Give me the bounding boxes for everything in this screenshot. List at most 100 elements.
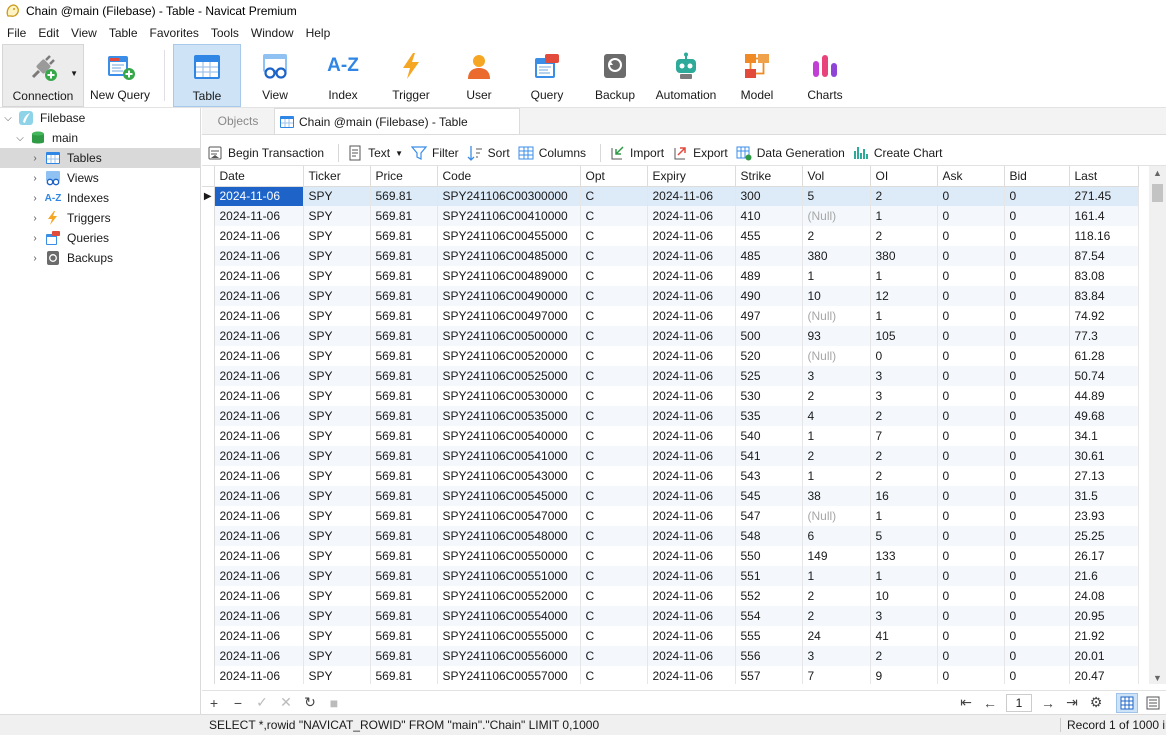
cell-oi[interactable]: 10 [870, 586, 938, 606]
data-grid[interactable]: Date Ticker Price Code Opt Expiry Strike Vol OI A… [202, 165, 1166, 684]
cell-opt[interactable]: C [580, 226, 648, 246]
cell-vol[interactable]: 38 [802, 486, 871, 506]
table-row[interactable]: 2024-11-06 SPY 569.81 SPY241106C00550000 C 20… [202, 546, 1139, 566]
columns-button[interactable]: Columns [518, 145, 586, 161]
cell-ticker[interactable]: SPY [303, 346, 371, 366]
cell-price[interactable]: 569.81 [370, 626, 438, 646]
cell-code[interactable]: SPY241106C00540000 [437, 426, 581, 446]
cell-opt[interactable]: C [580, 446, 648, 466]
cell-ask[interactable]: 0 [937, 486, 1005, 506]
cell-code[interactable]: SPY241106C00557000 [437, 666, 581, 684]
cell-ticker[interactable]: SPY [303, 666, 371, 684]
cell-bid[interactable]: 0 [1004, 206, 1070, 226]
cell-price[interactable]: 569.81 [370, 286, 438, 306]
cell-code[interactable]: SPY241106C00489000 [437, 266, 581, 286]
cell-opt[interactable]: C [580, 586, 648, 606]
cell-expiry[interactable]: 2024-11-06 [647, 586, 736, 606]
cell-last[interactable]: 34.1 [1069, 426, 1139, 446]
cell-ask[interactable]: 0 [937, 546, 1005, 566]
cell-opt[interactable]: C [580, 326, 648, 346]
row-indicator[interactable] [202, 406, 215, 426]
cell-price[interactable]: 569.81 [370, 446, 438, 466]
cell-opt[interactable]: C [580, 546, 648, 566]
cell-ask[interactable]: 0 [937, 366, 1005, 386]
cell-ticker[interactable]: SPY [303, 586, 371, 606]
cell-expiry[interactable]: 2024-11-06 [647, 566, 736, 586]
cell-expiry[interactable]: 2024-11-06 [647, 386, 736, 406]
table-row[interactable]: 2024-11-06 SPY 569.81 SPY241106C00540000 C 20… [202, 426, 1139, 446]
cell-oi[interactable]: 1 [870, 266, 938, 286]
cell-ask[interactable]: 0 [937, 406, 1005, 426]
tab-chain-table[interactable]: Chain @main (Filebase) - Table [274, 108, 520, 134]
cell-code[interactable]: SPY241106C00485000 [437, 246, 581, 266]
import-button[interactable]: Import [609, 145, 664, 161]
scroll-up-arrow-icon[interactable]: ▲ [1153, 168, 1162, 178]
cell-bid[interactable]: 0 [1004, 646, 1070, 666]
cell-ticker[interactable]: SPY [303, 426, 371, 446]
menu-tools[interactable]: Tools [206, 22, 244, 44]
cell-opt[interactable]: C [580, 346, 648, 366]
cell-price[interactable]: 569.81 [370, 426, 438, 446]
data-generation-button[interactable]: Data Generation [736, 145, 845, 161]
cell-last[interactable]: 21.6 [1069, 566, 1139, 586]
row-indicator[interactable] [202, 426, 215, 446]
cell-price[interactable]: 569.81 [370, 406, 438, 426]
cell-strike[interactable]: 490 [735, 286, 803, 306]
cell-opt[interactable]: C [580, 646, 648, 666]
cell-expiry[interactable]: 2024-11-06 [647, 666, 736, 684]
row-indicator[interactable] [202, 486, 215, 506]
cell-bid[interactable]: 0 [1004, 406, 1070, 426]
sort-button[interactable]: Sort [467, 145, 510, 161]
cell-last[interactable]: 26.17 [1069, 546, 1139, 566]
user-tool-button[interactable]: User [445, 44, 513, 107]
chevron-right-icon[interactable]: › [29, 213, 41, 224]
scroll-down-arrow-icon[interactable]: ▼ [1153, 673, 1162, 683]
cell-ask[interactable]: 0 [937, 346, 1005, 366]
menu-edit[interactable]: Edit [33, 22, 64, 44]
cell-price[interactable]: 569.81 [370, 246, 438, 266]
cell-last[interactable]: 87.54 [1069, 246, 1139, 266]
cell-ticker[interactable]: SPY [303, 446, 371, 466]
cell-code[interactable]: SPY241106C00541000 [437, 446, 581, 466]
row-indicator[interactable] [202, 326, 215, 346]
cell-last[interactable]: 20.47 [1069, 666, 1139, 684]
cell-strike[interactable]: 547 [735, 506, 803, 526]
cell-oi[interactable]: 2 [870, 406, 938, 426]
cell-opt[interactable]: C [580, 406, 648, 426]
cell-oi[interactable]: 5 [870, 526, 938, 546]
cell-opt[interactable]: C [580, 426, 648, 446]
cell-vol[interactable]: 3 [802, 646, 871, 666]
table-row[interactable]: 2024-11-06 SPY 569.81 SPY241106C00525000 C 20… [202, 366, 1139, 386]
cell-strike[interactable]: 500 [735, 326, 803, 346]
row-indicator[interactable] [202, 566, 215, 586]
cell-strike[interactable]: 555 [735, 626, 803, 646]
cell-strike[interactable]: 554 [735, 606, 803, 626]
cell-vol[interactable]: 4 [802, 406, 871, 426]
table-row[interactable]: 2024-11-06 SPY 569.81 SPY241106C00548000 C 20… [202, 526, 1139, 546]
cell-expiry[interactable]: 2024-11-06 [647, 426, 736, 446]
cell-date[interactable]: 2024-11-06 [214, 346, 304, 366]
chevron-right-icon[interactable]: › [29, 153, 41, 164]
cell-code[interactable]: SPY241106C00547000 [437, 506, 581, 526]
column-header-expiry[interactable]: Expiry [647, 166, 736, 187]
row-indicator[interactable] [202, 306, 215, 326]
cell-code[interactable]: SPY241106C00535000 [437, 406, 581, 426]
cell-date[interactable]: 2024-11-06 [214, 366, 304, 386]
cell-price[interactable]: 569.81 [370, 206, 438, 226]
cell-ask[interactable]: 0 [937, 526, 1005, 546]
cell-ask[interactable]: 0 [937, 186, 1005, 206]
cell-vol[interactable]: (Null) [802, 346, 871, 366]
cell-bid[interactable]: 0 [1004, 606, 1070, 626]
cell-date[interactable]: 2024-11-06 [214, 286, 304, 306]
cell-bid[interactable]: 0 [1004, 246, 1070, 266]
table-row[interactable]: 2024-11-06 SPY 569.81 SPY241106C00455000 C 20… [202, 226, 1139, 246]
cell-code[interactable]: SPY241106C00554000 [437, 606, 581, 626]
chevron-right-icon[interactable]: › [29, 193, 41, 204]
vertical-scrollbar[interactable]: ▲ ▼ [1149, 166, 1166, 684]
row-indicator[interactable] [202, 546, 215, 566]
cell-date[interactable]: 2024-11-06 [214, 626, 304, 646]
cell-oi[interactable]: 2 [870, 446, 938, 466]
cell-expiry[interactable]: 2024-11-06 [647, 626, 736, 646]
cell-oi[interactable]: 133 [870, 546, 938, 566]
cell-price[interactable]: 569.81 [370, 506, 438, 526]
